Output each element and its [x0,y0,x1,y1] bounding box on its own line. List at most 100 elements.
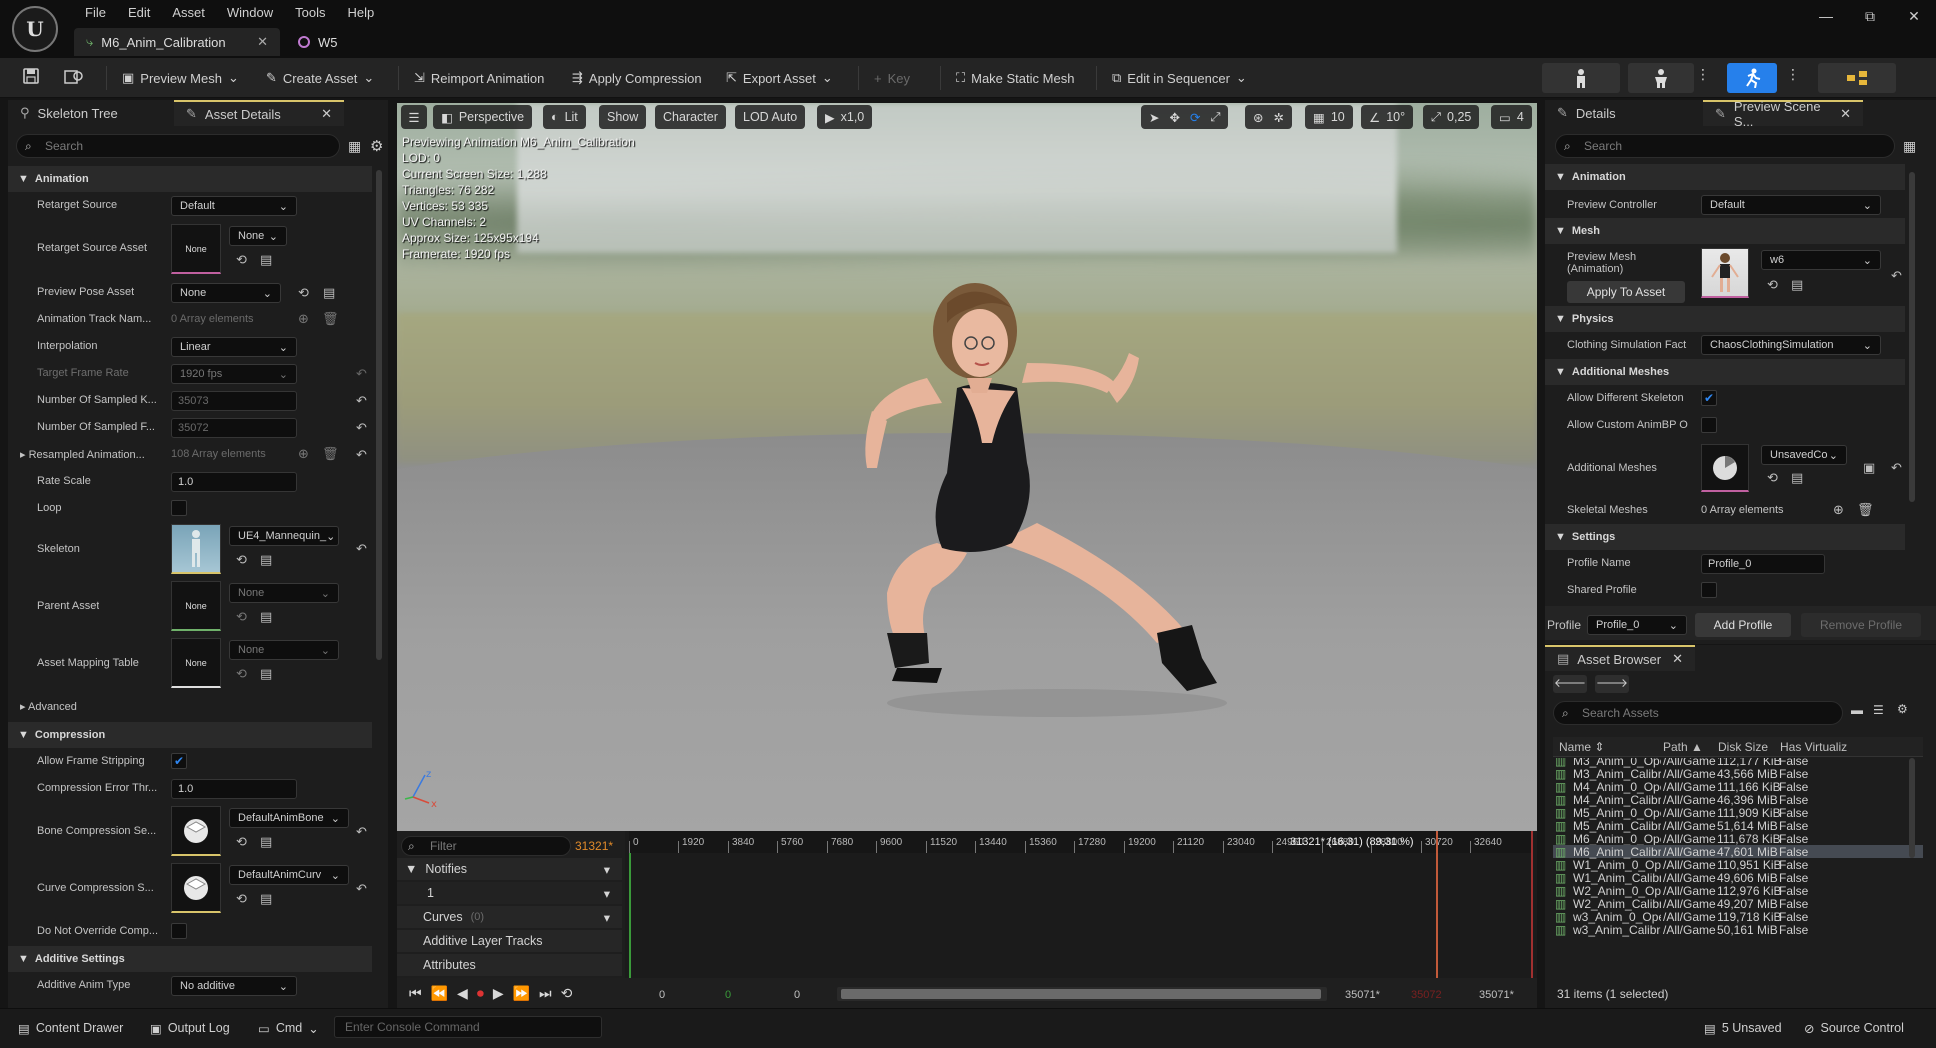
range-start-field[interactable]: 0 [659,989,665,1001]
retarget-source-asset-dropdown[interactable]: None ⌄ [229,226,287,246]
asset-row[interactable]: ▥ M5_Anim_Calibrat/All/Game51,614 MiBFals… [1553,819,1923,833]
close-tab-icon[interactable]: ✕ [257,34,268,50]
playback-end-field[interactable]: 35072 [1411,989,1442,1001]
content-drawer-button[interactable]: ▤ Content Drawer [18,1016,123,1040]
retarget-source-dropdown[interactable]: Default ⌄ [171,196,297,216]
preview-mesh-thumbnail[interactable] [1701,248,1749,298]
skeleton-mode-button[interactable] [1542,63,1620,93]
scale-icon[interactable]: ⤢ [1210,110,1220,125]
forward-arrow-icon[interactable]: 🡒 [1595,675,1629,693]
perspective-button[interactable]: ◧ Perspective [433,105,533,129]
curves-track[interactable]: Curves (0) ▾ [397,906,622,928]
scrollbar[interactable] [376,170,382,660]
select-cursor-icon[interactable]: ➤ [1149,110,1159,125]
target-frame-rate-dropdown[interactable]: 1920 fps ⌄ [171,364,297,384]
asset-row[interactable]: ▥ M6_Anim_0_Open/All/Game111,678 KiBFalse [1553,832,1923,846]
reset-to-default-icon[interactable]: ↶ [356,393,367,409]
search-assets-input[interactable]: ⌕ Search Assets [1553,701,1843,725]
retarget-source-asset-thumbnail[interactable]: None [171,224,221,274]
asset-row[interactable]: ▥ w3_Anim_0_Open/All/Game119,718 KiBFalse [1553,910,1923,924]
scrollbar[interactable] [1909,172,1915,502]
column-path[interactable]: Path ▲ [1663,740,1703,754]
blueprint-mode-button[interactable] [1818,63,1896,93]
use-selected-icon[interactable]: ⟲ [236,552,247,568]
playhead[interactable] [1436,831,1438,978]
close-tab-icon[interactable]: ✕ [321,106,332,122]
browse-folder-icon[interactable]: ▤ [260,609,272,625]
menu-window[interactable]: Window [216,5,284,20]
save-icon[interactable] [22,67,40,85]
source-control-button[interactable]: ⊘ Source Control [1804,1016,1904,1040]
category-additive-settings[interactable]: ▼ Additive Settings [8,946,372,972]
settings-gear-icon[interactable]: ⚙ [370,137,383,155]
additive-anim-type-dropdown[interactable]: No additive ⌄ [171,976,297,996]
loop-icon[interactable]: ⟲ [561,985,573,1002]
resampled-animation-row[interactable]: ▸ Resampled Animation... [20,448,145,461]
play-reverse-icon[interactable]: ◀ [457,985,468,1002]
browse-folder-icon[interactable]: ▤ [260,552,272,568]
viewport-menu-button[interactable]: ☰ [401,105,427,129]
reset-to-default-icon[interactable]: ↶ [1891,460,1902,476]
preview-mesh-dropdown[interactable]: w6 ⌄ [1761,250,1881,270]
menu-help[interactable]: Help [336,5,385,20]
profile-name-field[interactable]: Profile_0 [1701,554,1825,574]
browse-folder-icon[interactable]: ▤ [260,891,272,907]
bone-compression-thumbnail[interactable] [171,806,221,856]
settings-gear-icon[interactable]: ⚙ [1897,702,1908,716]
view-start-field[interactable]: 0 [794,989,800,1001]
playback-start-field[interactable]: 0 [725,989,731,1001]
apply-to-asset-button[interactable]: Apply To Asset [1567,281,1685,303]
folder-icon[interactable]: ▬ [1851,703,1863,717]
filter-icon[interactable]: ☰ [1873,703,1884,717]
tab-m6-anim-calibration[interactable]: ⤷ M6_Anim_Calibration ✕ [74,28,280,56]
reset-to-default-icon[interactable]: ↶ [356,541,367,557]
column-has-virtualization[interactable]: Has Virtualiz [1780,740,1847,754]
column-disk-size[interactable]: Disk Size [1718,740,1768,754]
category-additional-meshes[interactable]: ▼ Additional Meshes [1545,359,1905,385]
reset-to-default-icon[interactable]: ↶ [356,366,367,382]
scale-snap-button[interactable]: ⤢ 0,25 [1423,105,1480,129]
loop-checkbox[interactable] [171,500,187,516]
browse-folder-icon[interactable]: ▤ [1791,470,1803,486]
edit-in-sequencer-button[interactable]: ⧉ Edit in Sequencer ⌄ [1104,64,1255,92]
reset-to-default-icon[interactable]: ↶ [1891,268,1902,284]
delete-icon[interactable]: 🗑 [322,311,339,327]
category-mesh[interactable]: ▼ Mesh [1545,218,1905,244]
preview-controller-dropdown[interactable]: Default ⌄ [1701,195,1881,215]
additional-meshes-dropdown[interactable]: UnsavedCo ⌄ [1761,445,1847,465]
browse-folder-icon[interactable]: ▤ [260,252,272,268]
browse-folder-icon[interactable]: ▤ [260,834,272,850]
do-not-override-checkbox[interactable] [171,923,187,939]
grid-snap-button[interactable]: ▦ 10 [1305,105,1353,129]
track-filter-input[interactable]: ⌕ Filter [401,836,571,856]
use-selected-icon[interactable]: ⟲ [1767,277,1778,293]
skeleton-thumbnail[interactable] [171,524,221,574]
attributes-track[interactable]: Attributes [397,954,622,976]
menu-edit[interactable]: Edit [117,5,161,20]
category-physics[interactable]: ▼ Physics [1545,306,1905,332]
reset-to-default-icon[interactable]: ↶ [356,447,367,463]
unsaved-button[interactable]: ▤ 5 Unsaved [1704,1016,1782,1040]
close-tab-icon[interactable]: ✕ [1672,651,1683,667]
sampled-frames-field[interactable]: 35072 [171,418,297,438]
output-log-button[interactable]: ▣ Output Log [150,1016,230,1040]
more-options-icon[interactable]: ⋮ [1696,66,1710,83]
asset-row[interactable]: ▥ M6_Anim_Calibrat/All/Game47,601 MiBFals… [1553,845,1923,859]
world-space-icon[interactable]: ⊛ [1253,110,1263,125]
asset-row[interactable]: ▥ M5_Anim_0_Open/All/Game111,909 KiBFalse [1553,806,1923,820]
asset-row[interactable]: ▥ M4_Anim_0_Open/All/Game111,166 KiBFalse [1553,780,1923,794]
animated-character[interactable] [777,213,1297,733]
track-area[interactable] [629,853,1533,978]
reset-to-default-icon[interactable]: ↶ [356,420,367,436]
browse-folder-icon[interactable]: ▤ [1791,277,1803,293]
skip-to-end-icon[interactable]: ⏭ [539,985,552,1002]
delete-icon[interactable]: 🗑 [322,446,339,462]
mesh-mode-button[interactable] [1628,63,1694,93]
asset-row[interactable]: ▥ W2_Anim_0_Open/All/Game112,976 KiBFalse [1553,884,1923,898]
allow-frame-stripping-checkbox[interactable]: ✔ [171,753,187,769]
use-selected-icon[interactable]: ⟲ [236,891,247,907]
additive-layer-tracks[interactable]: Additive Layer Tracks [397,930,622,952]
column-name[interactable]: Name ⇕ [1559,740,1604,754]
chevron-down-icon[interactable]: ▾ [604,862,610,877]
category-settings[interactable]: ▼ Settings [1545,524,1905,550]
